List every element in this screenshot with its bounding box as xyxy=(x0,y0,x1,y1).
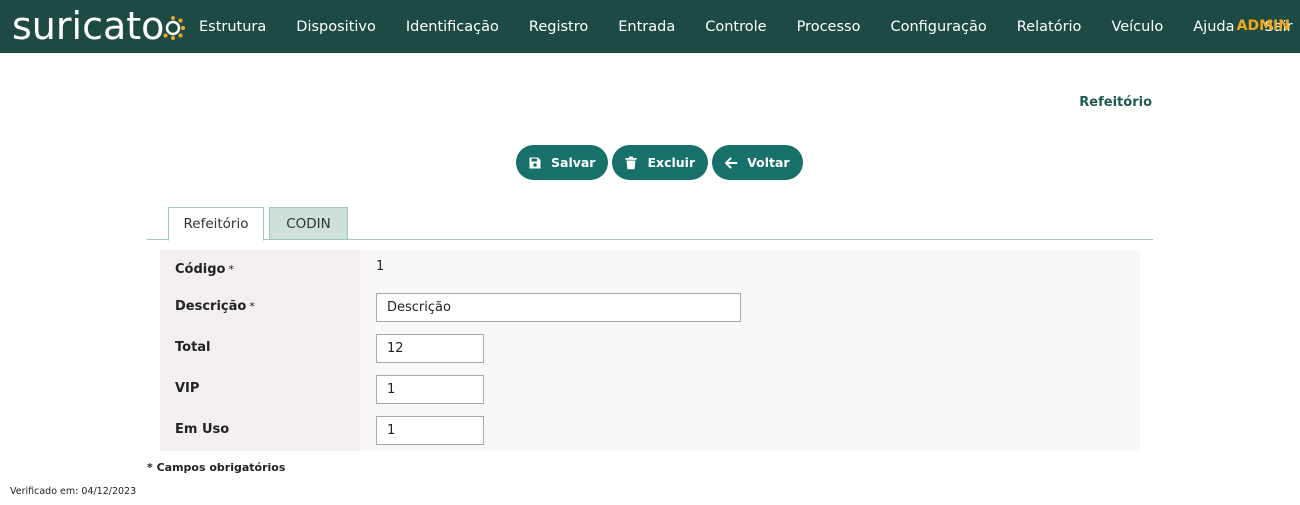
descricao-label: Descrição * xyxy=(175,299,255,314)
verified-date: Verificado em: 04/12/2023 xyxy=(10,486,137,497)
main-menu: Estrutura Dispositivo Identificação Regi… xyxy=(184,0,1300,53)
delete-button[interactable]: Excluir xyxy=(612,145,709,180)
nav-item-identificacao[interactable]: Identificação xyxy=(406,19,499,35)
user-menu-admin[interactable]: ADMIN xyxy=(1237,0,1290,53)
required-fields-note: * Campos obrigatórios xyxy=(147,461,286,474)
top-navigation-bar: suricato Estrutura Dispositivo Identific… xyxy=(0,0,1300,53)
nav-item-controle[interactable]: Controle xyxy=(705,19,766,35)
required-marker: * xyxy=(228,263,234,276)
em-uso-input[interactable]: 1 xyxy=(376,416,484,445)
form-row-total: Total 12 xyxy=(160,332,1140,373)
vip-label: VIP xyxy=(175,381,200,396)
back-button-label: Voltar xyxy=(747,155,790,170)
refeitorio-form: Código * 1 Descrição * Descrição Total 12 … xyxy=(160,250,1140,451)
save-button-label: Salvar xyxy=(551,155,596,170)
vip-input[interactable]: 1 xyxy=(376,375,484,404)
nav-item-configuracao[interactable]: Configuração xyxy=(890,19,986,35)
arrow-left-icon xyxy=(724,156,738,170)
logo-text: suricato xyxy=(12,4,165,48)
nav-item-dispositivo[interactable]: Dispositivo xyxy=(296,19,376,35)
nav-item-ajuda[interactable]: Ajuda xyxy=(1193,19,1234,35)
tab-codin[interactable]: CODIN xyxy=(269,207,348,240)
tab-bar: Refeitório CODIN xyxy=(147,207,1153,241)
required-marker: * xyxy=(249,300,255,313)
nav-item-relatorio[interactable]: Relatório xyxy=(1017,19,1082,35)
nav-item-processo[interactable]: Processo xyxy=(797,19,861,35)
save-button[interactable]: Salvar xyxy=(516,145,609,180)
floppy-disk-icon xyxy=(528,156,542,170)
delete-button-label: Excluir xyxy=(647,155,696,170)
form-row-em-uso: Em Uso 1 xyxy=(160,414,1140,455)
suricato-logo[interactable]: suricato xyxy=(12,3,186,49)
descricao-input[interactable]: Descrição xyxy=(376,293,741,322)
nav-item-registro[interactable]: Registro xyxy=(529,19,588,35)
action-toolbar: Salvar Excluir Voltar xyxy=(516,145,807,180)
codigo-value: 1 xyxy=(376,259,385,274)
form-row-descricao: Descrição * Descrição xyxy=(160,291,1140,332)
codigo-label: Código * xyxy=(175,262,234,277)
total-input[interactable]: 12 xyxy=(376,334,484,363)
nav-item-estrutura[interactable]: Estrutura xyxy=(199,19,266,35)
page-title: Refeitório xyxy=(1079,95,1152,110)
total-label: Total xyxy=(175,340,211,355)
em-uso-label: Em Uso xyxy=(175,422,230,437)
nav-item-veiculo[interactable]: Veículo xyxy=(1111,19,1163,35)
nav-item-entrada[interactable]: Entrada xyxy=(618,19,675,35)
form-row-codigo: Código * 1 xyxy=(160,250,1140,291)
back-button[interactable]: Voltar xyxy=(712,145,803,180)
form-row-vip: VIP 1 xyxy=(160,373,1140,414)
logo-dots-icon xyxy=(160,15,186,41)
trash-icon xyxy=(624,156,638,170)
tab-refeitorio[interactable]: Refeitório xyxy=(168,207,264,241)
